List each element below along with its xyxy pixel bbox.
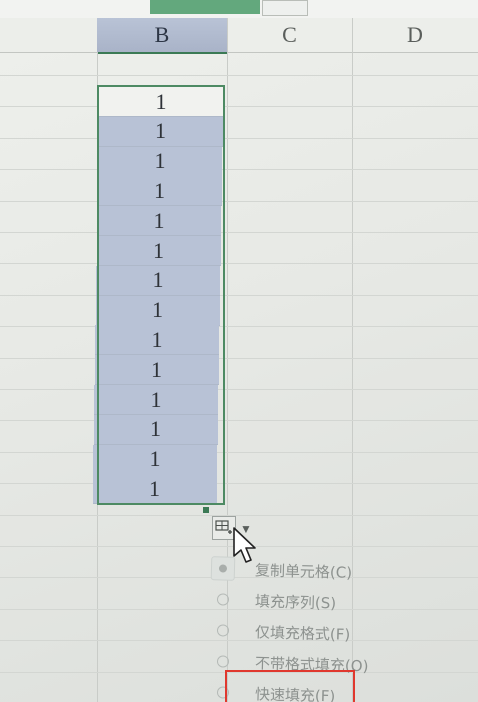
ribbon-button[interactable] — [262, 0, 308, 16]
grid-line — [0, 232, 478, 233]
grid-line — [0, 326, 478, 328]
column-header-a[interactable] — [0, 18, 97, 52]
radio-icon — [216, 593, 230, 606]
menu-item-label: 仅填充格式(F) — [254, 622, 351, 644]
grid-line — [0, 483, 478, 485]
grid-line — [0, 357, 478, 359]
radio-icon — [216, 655, 230, 668]
grid-line — [0, 137, 478, 139]
menu-item-copy-cells[interactable]: 复制单元格(C) — [205, 553, 446, 589]
grid-line — [0, 294, 478, 296]
grid-line — [0, 451, 478, 453]
menu-item-fill-formatting-only[interactable]: 仅填充格式(F) — [205, 615, 446, 651]
column-header-c[interactable]: C — [227, 18, 352, 52]
column-header-b[interactable]: B — [97, 18, 227, 54]
menu-item-label: 复制单元格(C) — [254, 560, 353, 582]
menu-item-label: 填充序列(S) — [254, 591, 337, 612]
grid-line — [0, 420, 478, 422]
menu-item-fill-series[interactable]: 填充序列(S) — [205, 584, 446, 620]
highlight-box — [225, 670, 355, 702]
grid-line — [0, 75, 478, 76]
radio-selected-icon — [210, 556, 236, 581]
grid-line — [0, 514, 478, 516]
column-header-d[interactable]: D — [352, 18, 478, 52]
grid-line — [0, 200, 478, 202]
column-header-row: B C D — [0, 18, 478, 54]
grid-line — [0, 263, 478, 265]
grid-line — [0, 106, 478, 108]
selection-range[interactable] — [97, 85, 225, 505]
grid-line — [0, 169, 478, 171]
spreadsheet-screen: B C D 11111111111111 ▼ 复制单元格(C) 填充序列(S) — [0, 0, 478, 702]
grid-line — [0, 389, 478, 390]
auto-fill-options-icon — [215, 520, 232, 534]
ribbon-active-tab[interactable] — [150, 0, 260, 14]
fill-handle[interactable] — [203, 507, 209, 513]
radio-icon — [216, 624, 230, 637]
